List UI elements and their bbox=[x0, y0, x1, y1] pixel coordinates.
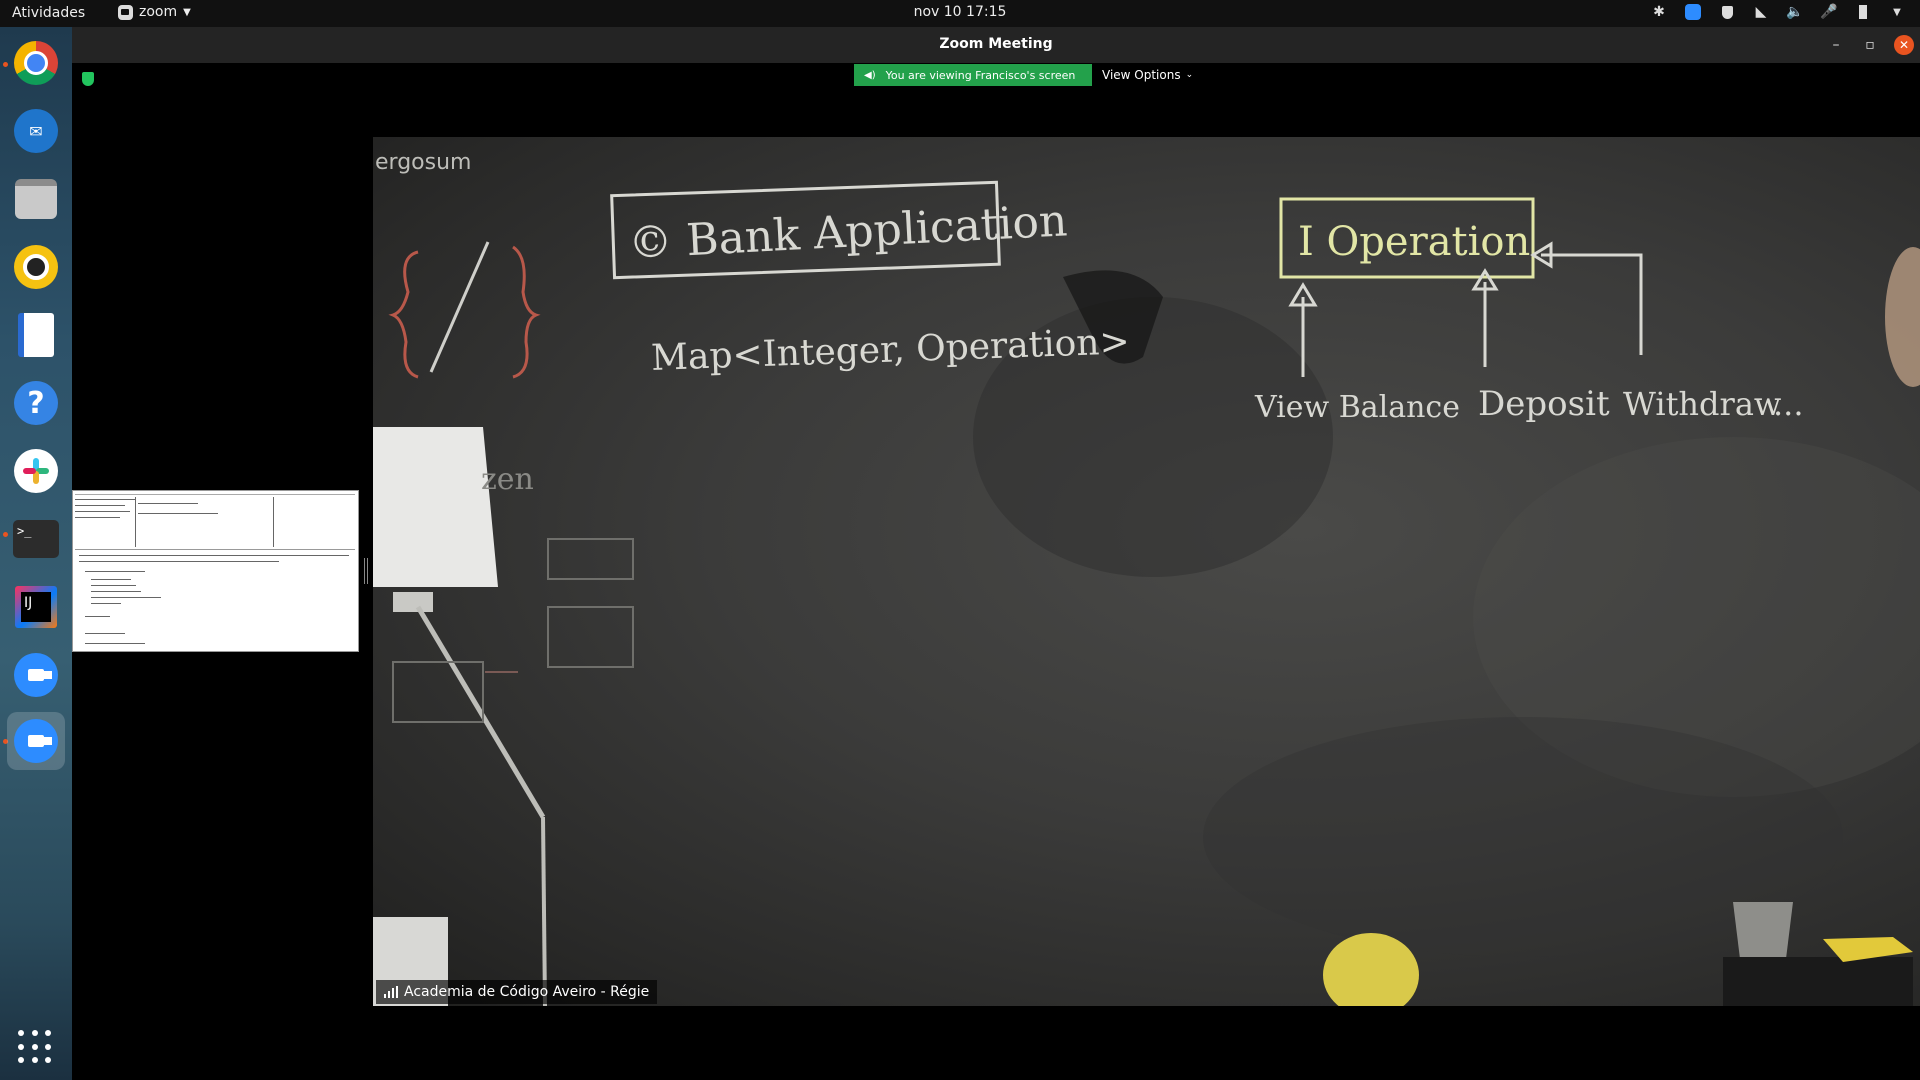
chalk-corner-text: ergosum bbox=[375, 150, 471, 175]
dock: ✉ ? >_ IJ bbox=[0, 27, 72, 1080]
zoom-tray-icon[interactable] bbox=[1684, 3, 1702, 21]
system-menu-arrow-icon[interactable]: ▼ bbox=[1888, 3, 1906, 21]
terminal-icon: >_ bbox=[13, 520, 59, 558]
clock[interactable]: nov 10 17:15 bbox=[0, 4, 1920, 20]
dock-thunderbird[interactable]: ✉ bbox=[7, 102, 65, 160]
screen-share-banner: ◀) You are viewing Francisco's screen bbox=[854, 64, 1092, 86]
zoom-meeting-icon bbox=[14, 719, 58, 763]
zoom-app-icon bbox=[118, 4, 133, 20]
minimize-icon[interactable]: – bbox=[1826, 35, 1846, 55]
shield-tray-icon[interactable] bbox=[1718, 3, 1736, 21]
dock-zoom[interactable] bbox=[7, 646, 65, 704]
battery-icon[interactable] bbox=[1854, 3, 1872, 21]
dock-files[interactable] bbox=[7, 170, 65, 228]
view-options-button[interactable]: View Options ⌄ bbox=[1094, 64, 1201, 86]
restore-icon[interactable]: ▫ bbox=[1860, 35, 1880, 55]
participant-name-tag: Academia de Código Aveiro - Régie bbox=[376, 980, 658, 1004]
help-icon: ? bbox=[14, 381, 58, 425]
app-menu-label: zoom bbox=[139, 4, 178, 20]
chevron-down-icon: ▼ bbox=[183, 6, 191, 18]
intellij-icon: IJ bbox=[15, 586, 57, 628]
signal-strength-icon bbox=[384, 986, 398, 998]
view-options-label: View Options bbox=[1102, 68, 1181, 82]
volume-icon[interactable]: 🔈 bbox=[1786, 3, 1804, 21]
chalk-deposit: Deposit bbox=[1478, 384, 1610, 424]
chalk-interface-box-text: I Operation bbox=[1298, 219, 1530, 265]
window-title: Zoom Meeting bbox=[939, 36, 1053, 52]
writer-icon bbox=[18, 313, 54, 357]
activities-button[interactable]: Atividades bbox=[12, 5, 85, 21]
shared-screen-thumbnail[interactable] bbox=[72, 490, 359, 652]
dock-zoom-meeting[interactable] bbox=[7, 712, 65, 770]
dock-rhythmbox[interactable] bbox=[7, 238, 65, 296]
close-icon[interactable]: ✕ bbox=[1894, 35, 1914, 55]
app-menu[interactable]: zoom ▼ bbox=[118, 4, 191, 20]
chalk-view-balance: View Balance bbox=[1254, 390, 1460, 425]
zoom-icon bbox=[14, 653, 58, 697]
wifi-icon[interactable]: ◣ bbox=[1752, 3, 1770, 21]
rhythmbox-icon bbox=[14, 245, 58, 289]
dock-intellij[interactable]: IJ bbox=[7, 578, 65, 636]
dock-writer[interactable] bbox=[7, 306, 65, 364]
shared-screen-video: ergosum © Bank Application I Operation M… bbox=[373, 137, 1920, 1006]
slack-icon bbox=[14, 449, 58, 493]
dock-slack[interactable] bbox=[7, 442, 65, 500]
encryption-shield-icon[interactable] bbox=[82, 72, 94, 86]
dock-terminal[interactable]: >_ bbox=[7, 510, 65, 568]
gnome-top-bar: Atividades zoom ▼ nov 10 17:15 ✱ ◣ 🔈 🎤 ▼ bbox=[0, 0, 1920, 27]
show-applications-icon[interactable] bbox=[18, 1030, 54, 1066]
system-tray: ✱ ◣ 🔈 🎤 ▼ bbox=[1650, 3, 1906, 21]
speaker-icon: ◀) bbox=[864, 69, 876, 81]
files-icon bbox=[15, 179, 57, 219]
chalkboard-drawing: ergosum © Bank Application I Operation M… bbox=[373, 150, 1920, 1006]
panel-resize-handle[interactable] bbox=[364, 558, 368, 584]
dock-help[interactable]: ? bbox=[7, 374, 65, 432]
chalk-ellipsis: ... bbox=[1773, 385, 1804, 423]
zoom-window-titlebar: Zoom Meeting – ▫ ✕ bbox=[72, 27, 1920, 63]
chalk-title-box-text: © Bank Application bbox=[627, 195, 1068, 269]
participant-name: Academia de Código Aveiro - Régie bbox=[404, 984, 650, 1000]
chalk-side-text: zen bbox=[481, 462, 534, 497]
dock-chrome[interactable] bbox=[7, 34, 65, 92]
chalk-withdraw: Withdraw bbox=[1623, 385, 1781, 423]
microphone-icon[interactable]: 🎤 bbox=[1820, 3, 1838, 21]
chrome-icon bbox=[14, 41, 58, 85]
screen-share-banner-text: You are viewing Francisco's screen bbox=[885, 68, 1076, 82]
thunderbird-icon: ✉ bbox=[14, 109, 58, 153]
chevron-down-icon: ⌄ bbox=[1185, 70, 1194, 80]
slack-tray-icon[interactable]: ✱ bbox=[1650, 3, 1668, 21]
